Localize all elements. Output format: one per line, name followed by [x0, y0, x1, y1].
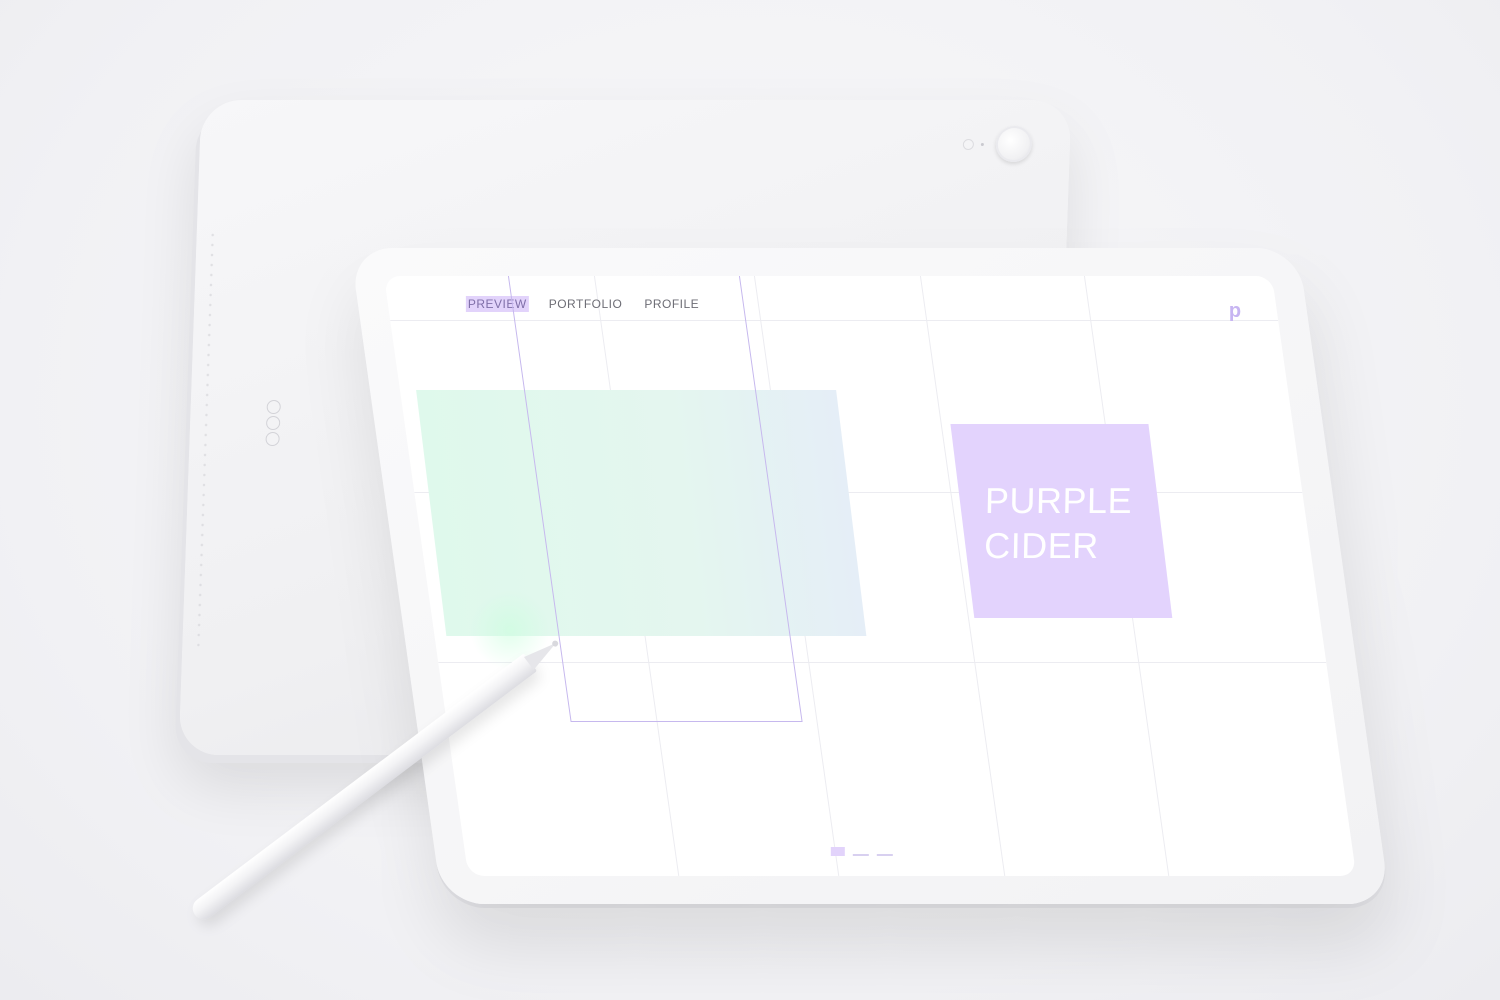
brand-title-card: PURPLE CIDER: [950, 424, 1173, 618]
page-dot-3[interactable]: [876, 854, 893, 856]
brand-logo[interactable]: p: [1229, 300, 1241, 323]
flash-icon: [980, 143, 984, 146]
smart-connector-icon: [265, 400, 281, 446]
microphone-icon: [963, 140, 974, 149]
brand-title-line-2: CIDER: [983, 525, 1100, 566]
page-indicator: [830, 847, 893, 856]
brand-title: PURPLE CIDER: [984, 478, 1133, 568]
camera-icon: [995, 126, 1033, 162]
page-dot-1[interactable]: [830, 847, 845, 856]
front-tablet: PREVIEW PORTFOLIO PROFILE p PURPLE CIDER: [350, 248, 1391, 904]
tablet-screen: PREVIEW PORTFOLIO PROFILE p PURPLE CIDER: [383, 276, 1357, 876]
brand-title-line-1: PURPLE: [984, 480, 1133, 521]
speaker-grille: [196, 230, 215, 650]
scene: PREVIEW PORTFOLIO PROFILE p PURPLE CIDER: [0, 0, 1500, 1000]
page-dot-2[interactable]: [852, 854, 869, 856]
